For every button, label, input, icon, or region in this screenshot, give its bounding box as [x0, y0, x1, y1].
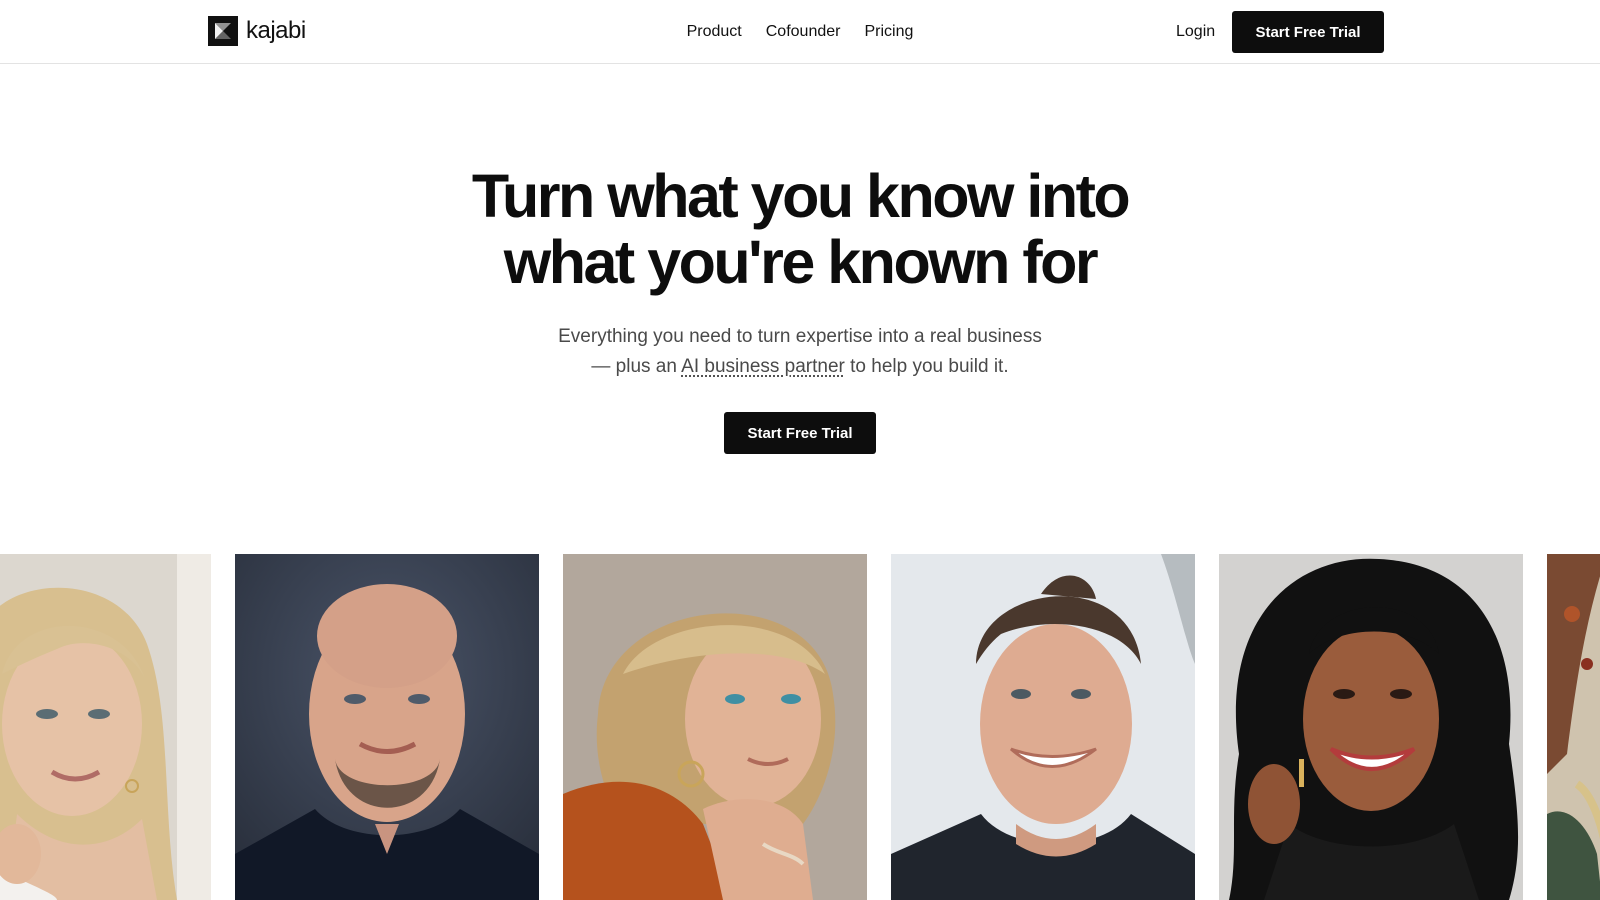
- portrait-bald-man: [235, 554, 539, 900]
- hero-title-line-1: Turn what you know into: [471, 162, 1131, 230]
- kajabi-logo[interactable]: kajabi: [208, 15, 306, 46]
- brand-name: kajabi: [246, 16, 306, 44]
- hero-subtitle: Everything you need to turn expertise in…: [0, 322, 1600, 382]
- hero-title-line-2: what you're known for: [503, 228, 1099, 296]
- kajabi-logo-icon: [208, 15, 238, 46]
- nav-product[interactable]: Product: [687, 20, 742, 44]
- portrait-carousel: [0, 554, 1600, 900]
- header-start-trial-button[interactable]: Start Free Trial: [1232, 11, 1384, 53]
- portrait-blonde-woman: [0, 554, 211, 900]
- portrait-smiling-man: [891, 554, 1195, 900]
- hero-subtitle-line-1: Everything you need to turn expertise in…: [558, 326, 1042, 347]
- hero-start-trial-button[interactable]: Start Free Trial: [724, 412, 876, 454]
- nav-pricing[interactable]: Pricing: [864, 20, 913, 44]
- ai-business-partner-link[interactable]: AI business partner: [681, 356, 845, 377]
- portrait-partial-right: [1547, 554, 1600, 900]
- site-header: kajabi Product Cofounder Pricing Login S…: [0, 0, 1600, 64]
- hero-title: Turn what you know into what you're know…: [0, 163, 1600, 295]
- nav-cofounder[interactable]: Cofounder: [766, 20, 841, 44]
- portrait-curly-hair-woman: [1219, 554, 1523, 900]
- portrait-older-woman: [563, 554, 867, 900]
- hero-subtitle-prefix: — plus an: [591, 356, 682, 377]
- login-link[interactable]: Login: [1176, 20, 1215, 44]
- hero-subtitle-suffix: to help you build it.: [844, 356, 1009, 377]
